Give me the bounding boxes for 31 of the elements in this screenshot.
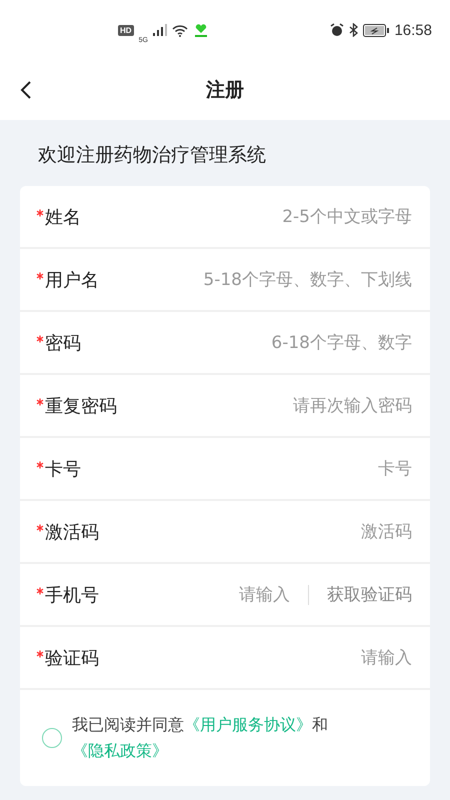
clock-time: 16:58 [394,22,432,38]
input-field[interactable]: 激活码 [361,520,412,543]
get-code-button[interactable]: 获取验证码 [327,583,412,606]
welcome-text: 欢迎注册药物治疗管理系统 [37,143,267,168]
alarm-icon [330,23,344,37]
battery-icon [363,24,390,36]
field-label: 手机号 [36,582,99,606]
input-field[interactable]: 请输入 [239,583,290,606]
field-label: 卡号 [36,456,81,480]
input-field[interactable]: 6-18个字母、数字 [271,331,412,354]
input-field[interactable]: 2-5个中文或字母 [282,205,412,228]
signal-icon [152,24,167,36]
privacy-link[interactable]: 《隐私政策》 [72,741,168,760]
input-field[interactable]: 请输入 [361,646,412,669]
field-label: 重复密码 [36,394,117,418]
field-label: 用户名 [36,268,99,292]
field-label: 验证码 [36,646,99,670]
field-label: 密码 [36,330,81,354]
heart-icon [192,23,209,37]
input-field[interactable]: 请再次输入密码 [293,394,412,417]
hd-indicator: HD [118,24,134,36]
agreement-text: 我已阅读并同意《用户服务协议》和 《隐私政策》 [72,714,329,762]
input-field[interactable]: 5-18个字母、数字、下划线 [203,268,412,291]
field-label: 激活码 [36,520,99,544]
wifi-icon [172,24,188,36]
bluetooth-icon [349,23,358,37]
input-field[interactable]: 卡号 [378,457,412,480]
agree-checkbox[interactable] [42,728,62,748]
terms-link[interactable]: 《用户服务协议》 [184,715,312,734]
page-title: 注册 [206,78,244,103]
field-label: 姓名 [36,204,81,228]
